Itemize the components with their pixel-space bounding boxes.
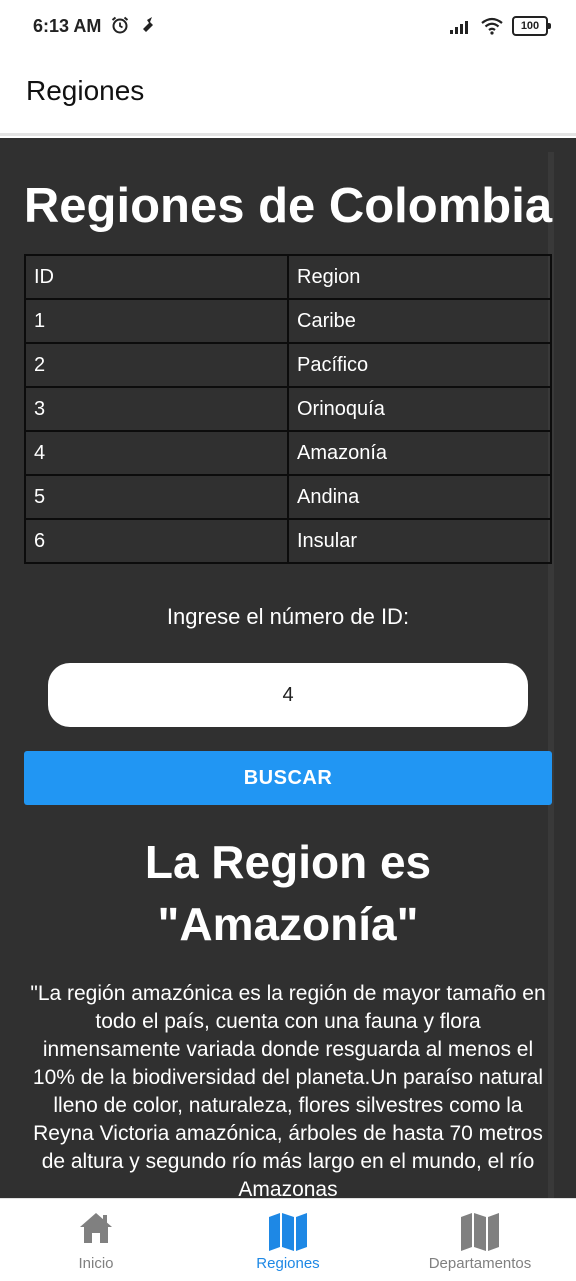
table-cell-region: Amazonía xyxy=(287,430,552,476)
battery-icon: 100 xyxy=(512,16,551,36)
nav-item-departamentos[interactable]: Departamentos xyxy=(384,1199,576,1281)
alarm-icon xyxy=(111,16,129,34)
nav-item-regiones[interactable]: Regiones xyxy=(192,1199,384,1281)
app-bar: Regiones xyxy=(0,56,576,136)
wifi-icon xyxy=(481,17,503,35)
result-description: "La región amazónica es la región de may… xyxy=(30,982,546,1198)
status-time: 6:13 AM xyxy=(33,16,102,36)
table-cell-region: Insular xyxy=(287,518,552,564)
search-button[interactable]: BUSCAR xyxy=(24,751,552,805)
map-icon xyxy=(269,1213,307,1251)
table-cell-id: 1 xyxy=(24,298,289,344)
table-header-cell: ID xyxy=(24,254,289,300)
map-icon xyxy=(461,1213,499,1251)
bottom-navigation: Inicio Regiones Departamentos xyxy=(0,1198,576,1281)
table-row: 1 Caribe xyxy=(24,298,552,344)
id-input[interactable] xyxy=(48,663,528,727)
main-content[interactable]: Regiones de Colombia ID Region 1 Caribe … xyxy=(0,138,576,1198)
table-cell-id: 2 xyxy=(24,342,289,388)
home-icon xyxy=(80,1213,112,1243)
id-prompt-label: Ingrese el número de ID: xyxy=(166,604,410,629)
table-header-cell: Region xyxy=(287,254,552,300)
table-cell-region: Andina xyxy=(287,474,552,520)
table-row: 2 Pacífico xyxy=(24,342,552,388)
nav-item-inicio[interactable]: Inicio xyxy=(0,1199,192,1281)
table-cell-region: Pacífico xyxy=(287,342,552,388)
notification-icon xyxy=(143,17,153,32)
table-cell-id: 5 xyxy=(24,474,289,520)
result-title: La Region es "Amazonía" xyxy=(144,836,432,950)
table-row: 4 Amazonía xyxy=(24,430,552,476)
nav-label: Departamentos xyxy=(428,1255,532,1272)
status-bar: 6:13 AM 100 xyxy=(0,0,576,56)
regions-table: ID Region 1 Caribe 2 Pacífico 3 Orinoquí… xyxy=(24,254,552,564)
table-row: 6 Insular xyxy=(24,518,552,564)
table-cell-id: 6 xyxy=(24,518,289,564)
table-row: 3 Orinoquía xyxy=(24,386,552,432)
app-bar-title: Regiones xyxy=(26,75,145,106)
table-cell-region: Orinoquía xyxy=(287,386,552,432)
nav-label: Regiones xyxy=(256,1255,320,1272)
page-title: Regiones de Colombia xyxy=(23,179,553,233)
signal-icon xyxy=(450,21,468,34)
table-cell-id: 3 xyxy=(24,386,289,432)
table-cell-id: 4 xyxy=(24,430,289,476)
table-header-row: ID Region xyxy=(24,254,552,300)
nav-label: Inicio xyxy=(78,1255,114,1272)
table-cell-region: Caribe xyxy=(287,298,552,344)
table-row: 5 Andina xyxy=(24,474,552,520)
